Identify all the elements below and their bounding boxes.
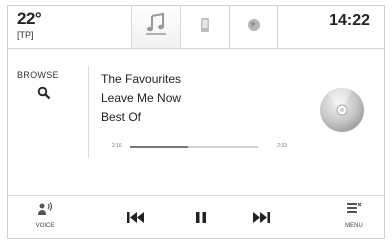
panel-divider <box>88 66 89 158</box>
source-tabs <box>131 6 278 48</box>
album-art-cd-icon <box>318 86 366 139</box>
menu-label: MENU <box>345 223 363 229</box>
progress-fill <box>130 146 188 148</box>
elapsed-time: 2:16 <box>112 143 122 149</box>
progress-track <box>130 146 258 148</box>
previous-icon <box>127 210 145 227</box>
next-icon <box>252 210 270 227</box>
track-artist: Leave Me Now <box>101 91 182 105</box>
search-icon <box>37 86 51 105</box>
infotainment-screen: 22° [TP] 14:22 BROWSE The Favourites Lea… <box>7 5 385 239</box>
tab-audio[interactable] <box>131 6 180 48</box>
menu-button[interactable]: MENU <box>339 202 369 229</box>
voice-label: VOICE <box>35 223 55 229</box>
bottom-control-bar: VOICE MENU <box>8 195 384 239</box>
previous-button[interactable] <box>127 210 145 228</box>
music-note-icon <box>143 12 169 43</box>
tab-navigation[interactable] <box>229 6 278 48</box>
track-info: The Favourites Leave Me Now Best Of <box>101 70 181 127</box>
browse-button[interactable]: BROWSE <box>17 70 79 150</box>
menu-icon <box>346 202 362 220</box>
track-album: Best Of <box>101 110 142 124</box>
next-button[interactable] <box>252 210 270 228</box>
globe-icon <box>247 18 261 37</box>
voice-button[interactable]: VOICE <box>30 202 60 229</box>
phone-icon <box>200 17 210 38</box>
browse-label: BROWSE <box>17 70 59 80</box>
temperature: 22° <box>17 9 42 28</box>
tab-phone[interactable] <box>180 6 229 48</box>
status-bar: 22° [TP] 14:22 <box>8 6 384 49</box>
total-time: 2:33 <box>277 143 287 149</box>
clock: 14:22 <box>329 12 370 29</box>
progress-bar[interactable]: 2:16 2:33 <box>112 143 287 151</box>
traffic-program-indicator: [TP] <box>17 30 34 40</box>
pause-icon <box>196 210 206 227</box>
pause-button[interactable] <box>196 210 206 228</box>
track-title: The Favourites <box>101 72 182 86</box>
voice-icon <box>37 202 53 220</box>
